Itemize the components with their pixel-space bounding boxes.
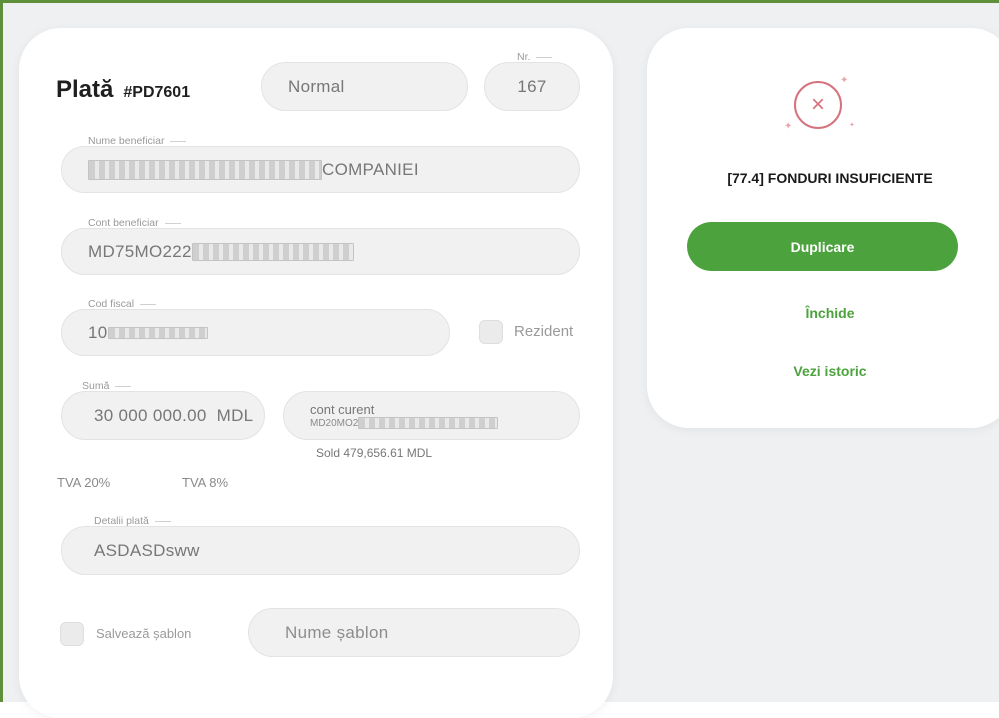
fiscal-code-label: Cod fiscal (88, 298, 162, 310)
account-balance: Sold 479,656.61 MDL (316, 446, 433, 460)
template-name-placeholder: Nume șablon (285, 622, 389, 642)
fiscal-code-value: 10 (88, 323, 208, 343)
amount-currency: MDL (216, 405, 254, 425)
amount-label: Sumă (82, 380, 137, 392)
duplicate-button[interactable]: Duplicare (687, 222, 958, 271)
fiscal-code-field[interactable]: Cod fiscal 10 (61, 298, 450, 356)
close-link[interactable]: Închide (647, 305, 999, 321)
redacted-text (191, 242, 354, 261)
source-account-name: cont curent (310, 402, 375, 417)
payment-code: #PD7601 (123, 84, 191, 101)
beneficiary-name-label: Nume beneficiar (88, 135, 192, 147)
resident-label: Rezident (514, 323, 574, 340)
beneficiary-account-value: MD75MO222 (88, 242, 354, 262)
tva-20-option[interactable]: TVA 20% (57, 475, 110, 490)
redacted-text (107, 326, 208, 339)
redacted-text (88, 159, 322, 180)
save-template-checkbox[interactable] (60, 622, 84, 646)
payment-title: Plată #PD7601 (56, 76, 190, 104)
document-number-value: 167 (517, 76, 547, 96)
beneficiary-name-field[interactable]: Nume beneficiar COMPANIEI (61, 135, 580, 193)
payment-details-field[interactable]: Detalii plată ASDASDsww (61, 515, 580, 575)
amount-value: 30 000 000.00 (94, 405, 207, 425)
payment-type-value: Normal (288, 76, 345, 96)
beneficiary-account-label: Cont beneficiar (88, 217, 187, 229)
template-name-input[interactable]: Nume șablon (248, 608, 580, 657)
page-title: Plată (56, 76, 114, 103)
error-circle-x-icon: × (794, 81, 842, 129)
save-template-label: Salvează șablon (96, 626, 192, 641)
payment-details-label: Detalii plată (94, 515, 177, 527)
beneficiary-name-value: COMPANIEI (88, 159, 419, 180)
source-account-number: MD20MO2 (310, 417, 499, 429)
sparkle-icon: ✦ (849, 122, 855, 129)
tva-8-option[interactable]: TVA 8% (182, 475, 228, 490)
page-frame: Plată #PD7601 Normal Nr. 167 Nume benefi… (0, 0, 999, 718)
source-account-select[interactable]: cont curent MD20MO2 (283, 391, 580, 440)
history-link[interactable]: Vezi istoric (647, 363, 999, 379)
payment-type-field[interactable]: Normal (261, 62, 468, 111)
amount-field[interactable]: Sumă 30 000 000.00 MDL (61, 380, 265, 440)
resident-checkbox[interactable] (479, 320, 503, 344)
document-number-label: Nr. (517, 51, 558, 63)
status-message: [77.4] FONDURI INSUFICIENTE (727, 170, 933, 186)
sparkle-icon: ✦ (840, 75, 849, 86)
redacted-text (358, 417, 499, 429)
sparkle-icon: ✦ (784, 121, 793, 132)
payment-details-value: ASDASDsww (94, 540, 200, 560)
document-number-field[interactable]: Nr. 167 (484, 51, 580, 111)
beneficiary-account-field[interactable]: Cont beneficiar MD75MO222 (61, 217, 580, 275)
